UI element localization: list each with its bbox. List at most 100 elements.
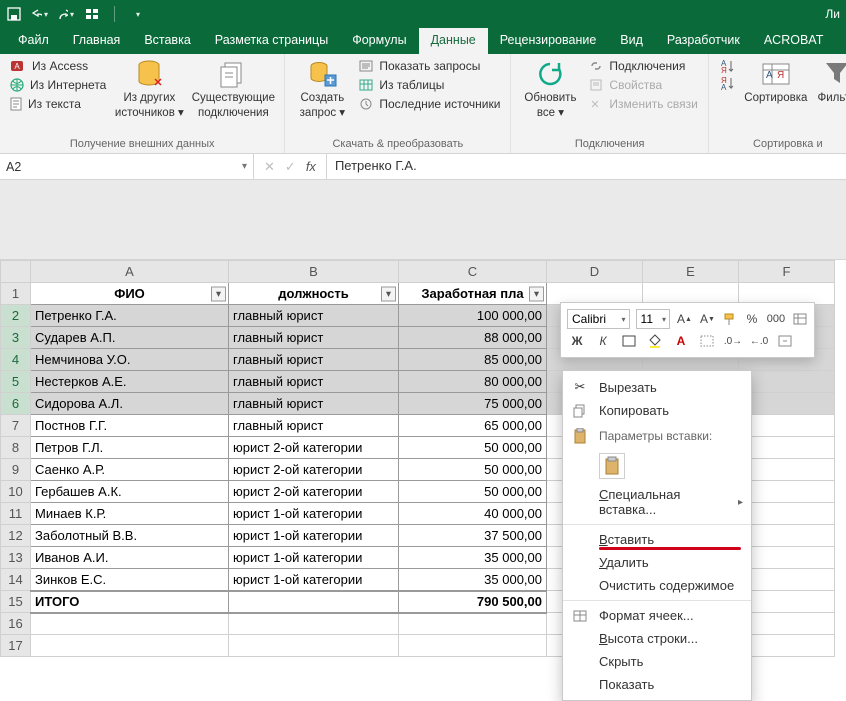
cell[interactable]: Нестерков А.Е. [31,371,229,393]
table-column-header[interactable]: Заработная пла▾ [399,283,547,305]
cell[interactable]: 37 500,00 [399,525,547,547]
name-box[interactable]: A2▾ [0,154,254,179]
bold-button[interactable]: Ж [567,331,587,351]
qat-customize-icon[interactable] [129,6,145,22]
fill-color-icon[interactable] [645,331,665,351]
tab-acrobat[interactable]: ACROBAT [752,28,836,54]
cell[interactable]: 65 000,00 [399,415,547,437]
cell[interactable]: главный юрист [229,327,399,349]
from-web-button[interactable]: Из Интернета [8,77,108,93]
cell[interactable]: 40 000,00 [399,503,547,525]
tab-insert[interactable]: Вставка [132,28,202,54]
italic-button[interactable]: К [593,331,613,351]
percent-icon[interactable]: % [744,309,760,329]
cell[interactable]: Гербашев А.К. [31,481,229,503]
fx-icon[interactable]: fx [306,159,316,174]
row-header[interactable]: 16 [1,613,31,635]
other-sources-button[interactable]: Из других источников ▾ [114,58,184,120]
show-queries-button[interactable]: Показать запросы [357,58,502,74]
undo-icon[interactable] [32,6,48,22]
filter-button[interactable]: Фильтр [815,58,846,105]
filter-dropdown-icon[interactable]: ▾ [529,286,544,301]
ctx-copy[interactable]: Копировать [563,399,751,422]
shrink-font-icon[interactable]: A▼ [699,309,716,329]
cell[interactable]: 50 000,00 [399,437,547,459]
cell[interactable]: 35 000,00 [399,547,547,569]
tab-file[interactable]: Файл [6,28,61,54]
cell[interactable]: Постнов Г.Г. [31,415,229,437]
ctx-delete[interactable]: Удалить [563,551,751,574]
cell[interactable]: юрист 2-ой категории [229,459,399,481]
ctx-row-height[interactable]: Высота строки... [563,627,751,650]
ctx-cut[interactable]: ✂Вырезать [563,375,751,399]
ctx-paste-special[interactable]: Специальная вставка... [563,483,751,521]
row-header[interactable]: 1 [1,283,31,305]
sort-button[interactable]: АЯ Сортировка [743,58,809,105]
grow-font-icon[interactable]: A▲ [676,309,693,329]
recent-sources-button[interactable]: Последние источники [357,96,502,112]
filter-dropdown-icon[interactable]: ▾ [211,286,226,301]
cell[interactable]: 790 500,00 [399,591,547,613]
cell[interactable]: главный юрист [229,371,399,393]
ctx-show[interactable]: Показать [563,673,751,696]
cell[interactable]: 50 000,00 [399,481,547,503]
view-grid-icon[interactable] [84,6,100,22]
existing-connections-button[interactable]: Существующие подключения [190,58,276,120]
tab-home[interactable]: Главная [61,28,133,54]
from-access-button[interactable]: AИз Access [8,58,108,74]
cancel-icon[interactable]: ✕ [264,159,275,175]
redo-icon[interactable] [58,6,74,22]
formula-input[interactable]: Петренко Г.А. [327,154,846,179]
cell[interactable]: главный юрист [229,415,399,437]
cell[interactable]: юрист 2-ой категории [229,437,399,459]
cell[interactable]: главный юрист [229,305,399,327]
cell[interactable]: Зинков Е.С. [31,569,229,591]
row-header[interactable]: 6 [1,393,31,415]
ctx-insert[interactable]: Вставить [563,528,751,551]
cell[interactable]: главный юрист [229,393,399,415]
tab-formulas[interactable]: Формулы [340,28,418,54]
connections-button[interactable]: Подключения [587,58,699,74]
col-header-E[interactable]: E [643,261,739,283]
font-size-combo[interactable]: 11▾ [636,309,670,329]
cell[interactable]: юрист 1-ой категории [229,503,399,525]
row-header[interactable]: 5 [1,371,31,393]
row-header[interactable]: 14 [1,569,31,591]
cell[interactable]: Минаев К.Р. [31,503,229,525]
cell[interactable]: юрист 1-ой категории [229,525,399,547]
col-header-A[interactable]: A [31,261,229,283]
border-icon[interactable] [619,331,639,351]
tab-review[interactable]: Рецензирование [488,28,609,54]
ctx-format-cells[interactable]: Формат ячеек... [563,604,751,627]
table-column-header[interactable]: должность▾ [229,283,399,305]
ctx-paste-default[interactable] [563,449,751,483]
row-header[interactable]: 4 [1,349,31,371]
format-painter-icon[interactable] [722,309,738,329]
tab-page-layout[interactable]: Разметка страницы [203,28,340,54]
row-header[interactable]: 11 [1,503,31,525]
row-header[interactable]: 17 [1,635,31,657]
cell[interactable]: Немчинова У.О. [31,349,229,371]
save-icon[interactable] [6,6,22,22]
cell[interactable]: главный юрист [229,349,399,371]
cell[interactable]: ИТОГО [31,591,229,613]
ctx-clear-contents[interactable]: Очистить содержимое [563,574,751,597]
cell[interactable]: Петренко Г.А. [31,305,229,327]
tab-developer[interactable]: Разработчик [655,28,752,54]
filter-dropdown-icon[interactable]: ▾ [381,286,396,301]
cell[interactable]: Иванов А.И. [31,547,229,569]
new-query-button[interactable]: Создать запрос ▾ [293,58,351,120]
font-color-icon[interactable]: A [671,331,691,351]
enter-icon[interactable]: ✓ [285,159,296,175]
cell[interactable]: 75 000,00 [399,393,547,415]
tab-view[interactable]: Вид [608,28,655,54]
row-header[interactable]: 9 [1,459,31,481]
col-header-B[interactable]: B [229,261,399,283]
cell[interactable]: Сударев А.П. [31,327,229,349]
cell[interactable]: юрист 1-ой категории [229,547,399,569]
thousands-icon[interactable]: 000 [766,309,786,329]
font-family-combo[interactable]: Calibri▾ [567,309,630,329]
col-header-D[interactable]: D [547,261,643,283]
select-all-corner[interactable] [1,261,31,283]
cell[interactable]: Заболотный В.В. [31,525,229,547]
